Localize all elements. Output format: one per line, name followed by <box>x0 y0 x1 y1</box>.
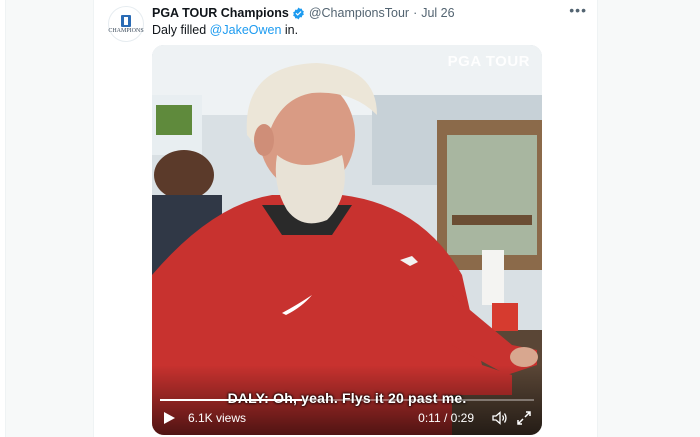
more-icon[interactable]: ••• <box>569 2 587 18</box>
video-frame <box>152 45 542 435</box>
video-player[interactable]: PGA TOUR DALY: Oh, yeah. Flys it 20 past… <box>152 45 542 435</box>
tweet-header: PGA TOUR Champions @ChampionsTour · Jul … <box>152 5 455 21</box>
avatar-text: CHAMPIONS <box>108 27 144 34</box>
avatar[interactable]: CHAMPIONS <box>108 6 144 42</box>
separator: · <box>413 6 418 20</box>
pga-logo-icon <box>121 14 131 27</box>
verified-badge-icon <box>292 7 304 19</box>
pga-tour-watermark: PGA TOUR <box>447 53 530 70</box>
tweet-card[interactable]: CHAMPIONS PGA TOUR Champions @ChampionsT… <box>93 0 598 437</box>
video-time: 0:11 / 0:29 <box>418 411 474 425</box>
display-name[interactable]: PGA TOUR Champions <box>152 6 289 20</box>
tweet-date[interactable]: Jul 26 <box>421 6 454 20</box>
left-nav-edge <box>0 0 6 437</box>
handle[interactable]: @ChampionsTour <box>309 6 409 20</box>
video-controls: 6.1K views 0:11 / 0:29 <box>152 401 542 435</box>
view-count: 6.1K views <box>188 411 247 425</box>
page: CHAMPIONS PGA TOUR Champions @ChampionsT… <box>0 0 700 437</box>
play-icon[interactable] <box>162 411 176 425</box>
fullscreen-icon[interactable] <box>516 410 532 426</box>
tweet-text-after: in. <box>281 23 299 37</box>
volume-icon[interactable] <box>492 410 508 426</box>
tweet-text-before: Daly filled <box>152 23 210 37</box>
mention-link[interactable]: @JakeOwen <box>210 23 282 37</box>
tweet-text: Daly filled @JakeOwen in. <box>152 23 298 37</box>
